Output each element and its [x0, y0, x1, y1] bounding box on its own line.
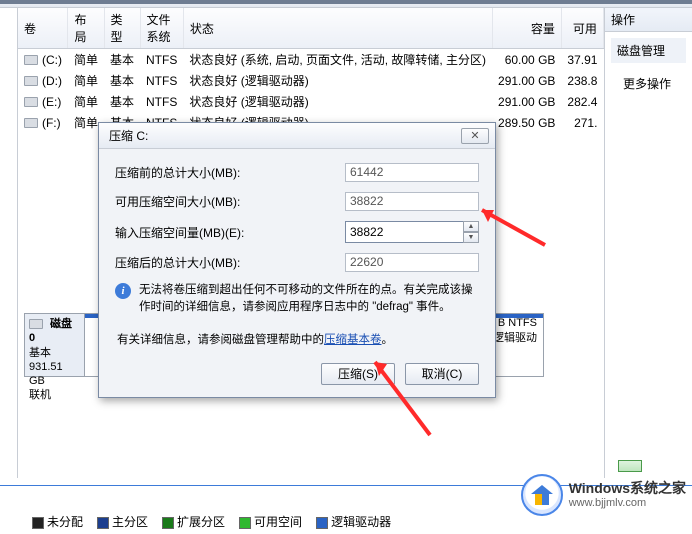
actions-task[interactable]: 磁盘管理: [611, 38, 686, 63]
legend: 未分配 主分区 扩展分区 可用空间 逻辑驱动器: [32, 513, 391, 530]
close-button[interactable]: ✕: [461, 128, 489, 144]
drive-icon: [24, 55, 38, 65]
cell-status: 状态良好 (系统, 启动, 页面文件, 活动, 故障转储, 主分区): [183, 49, 492, 71]
watermark-logo-icon: [521, 474, 563, 516]
label-available-shrink: 可用压缩空间大小(MB):: [115, 193, 345, 210]
value-available-shrink: 38822: [345, 192, 479, 211]
col-volume[interactable]: 卷: [18, 8, 68, 49]
label-shrink-amount: 输入压缩空间量(MB)(E):: [115, 224, 345, 241]
actions-header: 操作: [605, 8, 692, 32]
detail-prefix: 有关详细信息，请参阅磁盘管理帮助中的: [117, 334, 324, 346]
partition-fs: B NTFS: [498, 317, 537, 329]
cell-vol: (C:): [42, 53, 62, 67]
col-status[interactable]: 状态: [183, 8, 492, 49]
cell-fs: NTFS: [140, 70, 183, 91]
cell-status: 状态良好 (逻辑驱动器): [183, 91, 492, 112]
cell-capacity: 291.00 GB: [492, 70, 561, 91]
table-header-row: 卷 布局 类型 文件系统 状态 容量 可用: [18, 8, 603, 49]
actions-more[interactable]: 更多操作: [605, 69, 692, 98]
cell-vol: (E:): [42, 95, 61, 109]
disk-status: 联机: [29, 389, 51, 401]
cell-layout: 简单: [68, 91, 104, 112]
legend-primary: 主分区: [97, 513, 148, 530]
col-free[interactable]: 可用: [561, 8, 603, 49]
cancel-button[interactable]: 取消(C): [405, 363, 479, 385]
col-type[interactable]: 类型: [104, 8, 140, 49]
label-total-before: 压缩前的总计大小(MB):: [115, 164, 345, 181]
shrink-dialog: 压缩 C: ✕ 压缩前的总计大小(MB): 61442 可用压缩空间大小(MB)…: [98, 122, 496, 398]
table-row[interactable]: (C:) 简单 基本 NTFS 状态良好 (系统, 启动, 页面文件, 活动, …: [18, 49, 603, 71]
cell-type: 基本: [104, 91, 140, 112]
info-icon: i: [115, 283, 131, 299]
col-fs[interactable]: 文件系统: [140, 8, 183, 49]
dialog-titlebar[interactable]: 压缩 C: ✕: [99, 123, 495, 149]
table-row[interactable]: (E:) 简单 基本 NTFS 状态良好 (逻辑驱动器) 291.00 GB 2…: [18, 91, 603, 112]
watermark-brand: Windows系统之家: [569, 480, 686, 497]
cell-capacity: 60.00 GB: [492, 49, 561, 71]
spinner-down-icon[interactable]: ▼: [463, 232, 479, 243]
actions-pane: 操作 磁盘管理 更多操作: [604, 8, 692, 478]
disk-header[interactable]: 磁盘 0 基本 931.51 GB 联机: [25, 314, 85, 376]
partition-kind: 逻辑驱动: [493, 332, 537, 344]
cell-vol: (D:): [42, 74, 62, 88]
dialog-body: 压缩前的总计大小(MB): 61442 可用压缩空间大小(MB): 38822 …: [99, 149, 495, 397]
watermark: Windows系统之家 www.bjjmlv.com: [521, 474, 686, 516]
disk-type: 基本: [29, 347, 51, 359]
disk-size: 931.51 GB: [29, 361, 63, 387]
legend-logical: 逻辑驱动器: [316, 513, 391, 530]
cell-capacity: 289.50 GB: [492, 112, 561, 133]
dialog-info: i 无法将卷压缩到超出任何不可移动的文件所在的点。有关完成该操作时间的详细信息，…: [115, 282, 479, 317]
drive-icon: [24, 97, 38, 107]
cell-capacity: 291.00 GB: [492, 91, 561, 112]
cell-fs: NTFS: [140, 49, 183, 71]
cell-free: 37.91: [561, 49, 603, 71]
cell-status: 状态良好 (逻辑驱动器): [183, 70, 492, 91]
close-icon: ✕: [470, 129, 479, 142]
cell-free: 271.: [561, 112, 603, 133]
shrink-button[interactable]: 压缩(S): [321, 363, 395, 385]
spinner-up-icon[interactable]: ▲: [463, 221, 479, 232]
left-tree-pane: [0, 8, 18, 478]
drive-icon: [24, 118, 38, 128]
dialog-title: 压缩 C:: [109, 127, 148, 144]
cell-layout: 简单: [68, 70, 104, 91]
cell-free: 282.4: [561, 91, 603, 112]
cell-type: 基本: [104, 49, 140, 71]
legend-extended: 扩展分区: [162, 513, 225, 530]
detail-suffix: 。: [382, 334, 394, 346]
disk-icon: [29, 319, 43, 329]
help-link[interactable]: 压缩基本卷: [324, 334, 382, 346]
col-layout[interactable]: 布局: [68, 8, 104, 49]
dialog-detail: 有关详细信息，请参阅磁盘管理帮助中的压缩基本卷。: [117, 331, 479, 347]
drive-icon: [24, 76, 38, 86]
legend-free: 可用空间: [239, 513, 302, 530]
info-text: 无法将卷压缩到超出任何不可移动的文件所在的点。有关完成该操作时间的详细信息，请参…: [139, 282, 479, 317]
table-row[interactable]: (D:) 简单 基本 NTFS 状态良好 (逻辑驱动器) 291.00 GB 2…: [18, 70, 603, 91]
volume-table: 卷 布局 类型 文件系统 状态 容量 可用 (C:) 简单 基本 NTFS 状态…: [18, 8, 604, 133]
col-capacity[interactable]: 容量: [492, 8, 561, 49]
cell-type: 基本: [104, 70, 140, 91]
watermark-url: www.bjjmlv.com: [569, 497, 686, 510]
label-total-after: 压缩后的总计大小(MB):: [115, 254, 345, 271]
decorative-green-box: [618, 460, 642, 472]
shrink-amount-input[interactable]: [345, 221, 479, 243]
shrink-amount-spinner[interactable]: ▲ ▼: [463, 221, 479, 243]
value-total-after: 22620: [345, 253, 479, 272]
legend-unallocated: 未分配: [32, 513, 83, 530]
value-total-before: 61442: [345, 163, 479, 182]
cell-layout: 简单: [68, 49, 104, 71]
cell-free: 238.8: [561, 70, 603, 91]
cell-vol: (F:): [42, 116, 61, 130]
cell-fs: NTFS: [140, 91, 183, 112]
